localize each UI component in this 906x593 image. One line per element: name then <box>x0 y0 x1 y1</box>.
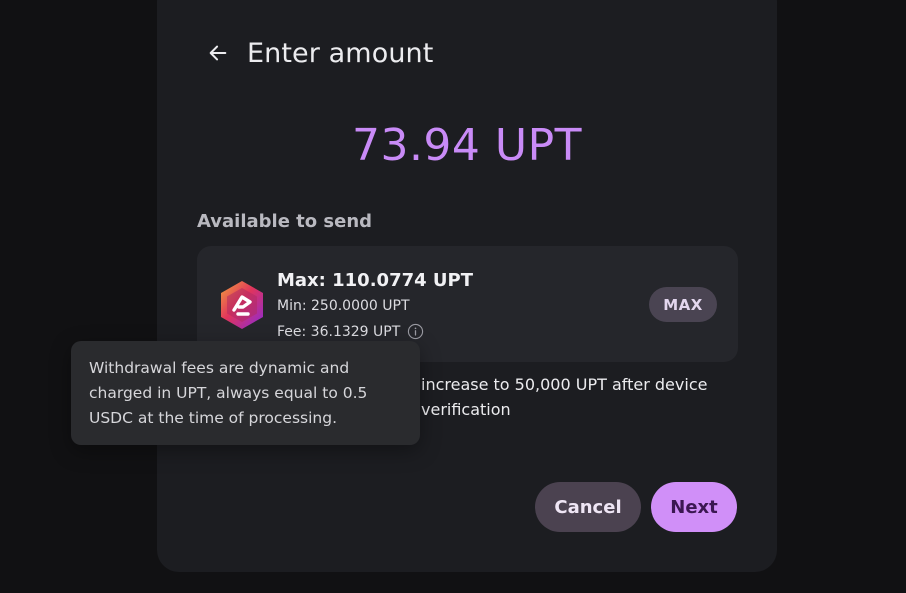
upt-token-logo <box>221 281 263 329</box>
back-button[interactable] <box>201 36 235 70</box>
arrow-left-icon <box>209 45 227 61</box>
dialog-header: Enter amount <box>205 36 433 70</box>
fee-text: Fee: 36.1329 UPT <box>277 323 401 340</box>
amount-display[interactable]: 73.94 UPT <box>157 120 777 171</box>
min-amount-text: Min: 250.0000 UPT <box>277 298 410 314</box>
info-icon[interactable] <box>407 323 424 340</box>
max-button[interactable]: MAX <box>649 287 717 322</box>
fee-tooltip: Withdrawal fees are dynamic and charged … <box>71 341 420 445</box>
limit-note: increase to 50,000 UPT after device veri… <box>421 375 708 419</box>
enter-amount-dialog: Enter amount 73.94 UPT Available to send… <box>157 0 777 572</box>
page-title: Enter amount <box>247 37 434 69</box>
cancel-button[interactable]: Cancel <box>535 482 641 532</box>
fee-row: Fee: 36.1329 UPT <box>277 323 424 340</box>
max-amount-text: Max: 110.0774 UPT <box>277 270 473 291</box>
next-button[interactable]: Next <box>651 482 737 532</box>
available-to-send-label: Available to send <box>197 211 373 232</box>
